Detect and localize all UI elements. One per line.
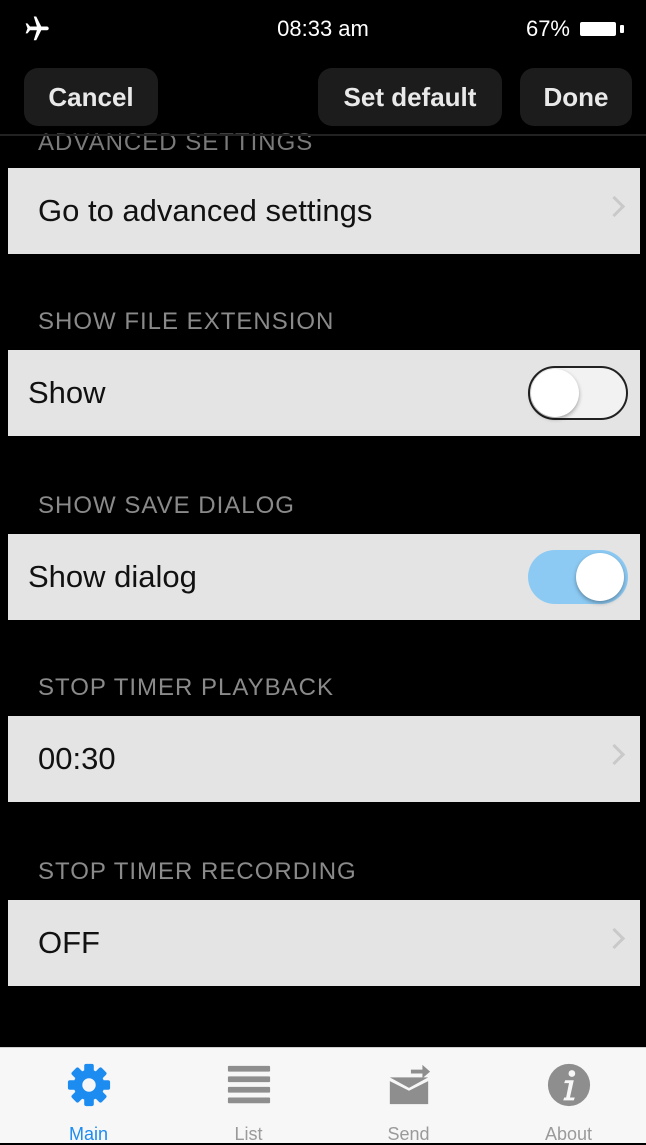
info-icon [547, 1063, 590, 1107]
toggle-knob [531, 369, 579, 417]
tab-bar: Main List Send About [0, 1047, 646, 1144]
tab-list[interactable]: List [168, 1048, 329, 1144]
tab-send[interactable]: Send [328, 1048, 489, 1144]
section-header-timer-recording: STOP TIMER RECORDING [38, 858, 357, 885]
battery-tip [620, 25, 624, 33]
toggle-knob [576, 553, 624, 601]
set-default-button[interactable]: Set default [318, 68, 502, 126]
section-header-save-dialog: SHOW SAVE DIALOG [38, 492, 295, 519]
battery-percentage: 67% [525, 16, 570, 41]
timer-playback-value: 00:30 [38, 741, 116, 776]
done-button[interactable]: Done [520, 68, 632, 126]
chevron-right-icon [603, 743, 626, 766]
row-label-show: Show [28, 375, 106, 410]
row-show-file-extension: Show [8, 350, 640, 436]
row-label-advanced: Go to advanced settings [38, 193, 373, 228]
battery-icon [580, 22, 616, 36]
status-bar: 08:33 am 67% [0, 0, 646, 58]
row-timer-recording[interactable]: OFF [8, 900, 640, 986]
chevron-right-icon [603, 927, 626, 950]
row-timer-playback[interactable]: 00:30 [8, 716, 640, 802]
file-extension-toggle[interactable] [528, 366, 628, 420]
gear-icon [67, 1063, 110, 1107]
send-icon [389, 1064, 430, 1105]
timer-recording-value: OFF [38, 925, 100, 960]
save-dialog-toggle[interactable] [528, 550, 628, 604]
chevron-right-icon [603, 195, 626, 218]
tab-main[interactable]: Main [8, 1048, 169, 1144]
section-header-timer-playback: STOP TIMER PLAYBACK [38, 674, 334, 701]
row-label-show-dialog: Show dialog [28, 559, 197, 594]
row-advanced-settings[interactable]: Go to advanced settings [8, 168, 640, 254]
tab-about[interactable]: About [488, 1048, 646, 1144]
list-icon [227, 1065, 270, 1104]
section-header-file-extension: SHOW FILE EXTENSION [38, 308, 335, 335]
nav-divider [0, 134, 646, 136]
row-show-save-dialog: Show dialog [8, 534, 640, 620]
